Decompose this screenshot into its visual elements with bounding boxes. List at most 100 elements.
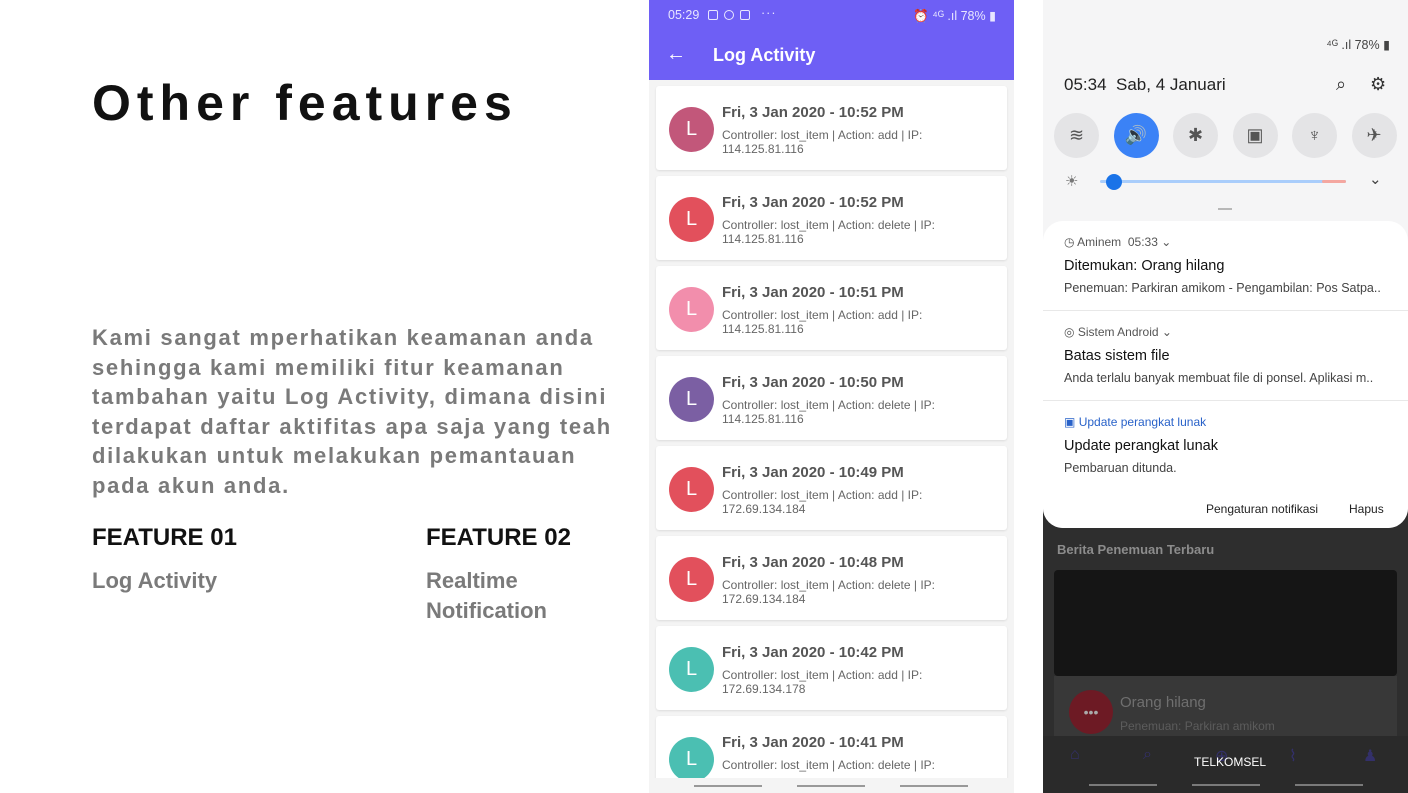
notification-app-name: Update perangkat lunak [1078,415,1207,429]
log-entry[interactable]: L Fri, 3 Jan 2020 - 10:52 PM Controller: l… [656,86,1007,170]
battery-level: 78% [1354,38,1380,52]
slide-title: Other features [92,75,518,131]
carrier-label: TELKOMSEL [1194,755,1267,769]
update-icon: ▣ [1064,415,1076,429]
log-date: Fri, 3 Jan 2020 - 10:49 PM [722,464,904,481]
log-entry[interactable]: L Fri, 3 Jan 2020 - 10:41 PM Controller: l… [656,716,1007,778]
notification-time: 05:33 [1127,235,1158,249]
log-entry[interactable]: L Fri, 3 Jan 2020 - 10:52 PM Controller: l… [656,176,1007,260]
app-bar: ← Log Activity [649,30,1014,80]
log-entry[interactable]: L Fri, 3 Jan 2020 - 10:48 PM Controller: l… [656,536,1007,620]
brightness-slider[interactable] [1106,174,1123,190]
battery-level: ⏰ ⁴ᴳ .ıl 78% ▮ [913,9,996,23]
news-heading: Berita Penemuan Terbaru [1057,542,1215,557]
airplane-icon[interactable]: ✈ [1351,113,1397,158]
nav-home-bar[interactable] [797,785,865,787]
search-icon[interactable]: ⌕ [1336,74,1346,95]
clock-time: 05:34 [1064,75,1107,94]
flashlight-icon[interactable]: ♆ [1292,113,1337,158]
log-date: Fri, 3 Jan 2020 - 10:52 PM [722,194,904,211]
log-detail: Controller: lost_item | Action: add | IP… [722,488,923,516]
news-card[interactable]: ••• Orang hilang Penemuan: Parkiran amik… [1054,676,1397,736]
notification-text: Penemuan: Parkiran amikom - Pengambilan:… [1064,281,1381,295]
avatar: L [669,377,714,422]
trend-icon[interactable]: ⌇ [1289,746,1297,766]
notification-title: Ditemukan: Orang hilang [1064,258,1225,274]
feature-2-heading: FEATURE 02 [426,524,571,551]
avatar: L [669,467,714,512]
nav-back-bar[interactable] [1295,784,1363,786]
avatar: L [669,647,714,692]
brightness-track-warn [1322,180,1346,183]
log-list[interactable]: L Fri, 3 Jan 2020 - 10:52 PM Controller: l… [649,80,1014,778]
news-image[interactable] [1054,570,1397,676]
notification-app: ▣ Update perangkat lunak [1064,415,1206,429]
log-date: Fri, 3 Jan 2020 - 10:48 PM [722,554,904,571]
page-title: Log Activity [713,45,816,65]
log-entry[interactable]: L Fri, 3 Jan 2020 - 10:51 PM Controller: l… [656,266,1007,350]
play-icon [724,10,734,20]
nav-home-bar[interactable] [1192,784,1260,786]
avatar: L [669,107,714,152]
clear-button[interactable]: Hapus [1349,502,1384,516]
avatar: L [669,557,714,602]
clock-icon: ◷ [1064,235,1075,249]
log-entry[interactable]: L Fri, 3 Jan 2020 - 10:42 PM Controller: l… [656,626,1007,710]
lock-icon[interactable]: ▣ [1232,113,1278,158]
notification-settings-button[interactable]: Pengaturan notifikasi [1206,502,1318,516]
more-icon: ••• [1069,690,1113,734]
clock-date[interactable]: Sab, 4 Januari [1116,75,1226,95]
notification-title: Batas sistem file [1064,348,1170,364]
system-nav-bar [649,778,1014,793]
wifi-icon[interactable]: ≋ [1054,113,1099,158]
brightness-track[interactable] [1100,180,1346,183]
status-time: 05:29 [668,8,700,22]
log-detail: Controller: lost_item | Action: delete |… [722,578,935,606]
avatar: L [669,737,714,778]
nav-recent-bar[interactable] [694,785,762,787]
log-entry[interactable]: L Fri, 3 Jan 2020 - 10:50 PM Controller: l… [656,356,1007,440]
home-icon[interactable]: ⌂ [1070,746,1080,764]
volume-icon[interactable]: 🔊 [1113,113,1159,158]
feature-2-description: Realtime Notification [426,568,547,623]
status-bar: ⁴ᴳ .ıl 78% ▮ [1326,38,1390,52]
log-detail: Controller: lost_item | Action: add | IP… [722,308,923,336]
notification-phone: Berita Penemuan Terbaru ••• Orang hilang… [1043,0,1408,793]
shade-handle[interactable] [1218,208,1232,210]
notification-card[interactable]: ◎ Sistem Android ⌄ Batas sistem file Anda … [1043,310,1408,400]
nav-back-bar[interactable] [900,785,968,787]
nav-recent-bar[interactable] [1089,784,1157,786]
status-bar: 05:29 ··· ⏰ ⁴ᴳ .ıl 78% ▮ [649,0,1014,30]
log-entry[interactable]: L Fri, 3 Jan 2020 - 10:49 PM Controller: l… [656,446,1007,530]
gear-icon[interactable]: ⚙ [1370,74,1386,95]
profile-icon[interactable]: ♟ [1363,746,1377,766]
bluetooth-icon[interactable]: ✱ [1173,113,1218,158]
log-detail: Controller: lost_item | Action: delete |… [722,218,935,246]
log-date: Fri, 3 Jan 2020 - 10:42 PM [722,644,904,661]
log-date: Fri, 3 Jan 2020 - 10:52 PM [722,104,904,121]
signal-icon: ⏰ ⁴ᴳ .ıl [913,9,961,23]
notification-card[interactable]: ◷ Aminem 05:33 ⌄ Ditemukan: Orang hilang P… [1043,221,1408,310]
log-date: Fri, 3 Jan 2020 - 10:51 PM [722,284,904,301]
notification-app: ◎ Sistem Android ⌄ [1064,325,1172,339]
arrow-left-icon[interactable]: ← [666,44,686,64]
log-activity-phone: 05:29 ··· ⏰ ⁴ᴳ .ıl 78% ▮ ← Log Activity … [649,0,1014,793]
laptop-icon [708,10,718,20]
gallery-icon [740,10,750,20]
search-nav-icon[interactable]: ⌕ [1143,746,1152,764]
log-date: Fri, 3 Jan 2020 - 10:41 PM [722,734,904,751]
signal-icon: ⁴ᴳ .ıl [1326,38,1352,52]
news-card-subtitle: Penemuan: Parkiran amikom [1120,719,1275,733]
chevron-down-icon[interactable]: ⌄ [1369,170,1382,188]
log-detail: Controller: lost_item | Action: add | IP… [722,668,923,696]
log-detail: Controller: lost_item | Action: delete |… [722,758,935,772]
chevron-down-icon[interactable]: ⌄ [1162,325,1172,339]
notification-app-name: Aminem [1077,235,1122,249]
avatar: L [669,287,714,332]
log-detail: Controller: lost_item | Action: delete |… [722,398,935,426]
feature-1-heading: FEATURE 01 [92,524,237,551]
notification-card[interactable]: ▣ Update perangkat lunak Update perangkat… [1043,400,1408,490]
more-notifications-icon: ··· [761,6,777,20]
chevron-down-icon[interactable]: ⌄ [1161,235,1171,249]
notification-app-name: Sistem Android [1077,325,1159,339]
